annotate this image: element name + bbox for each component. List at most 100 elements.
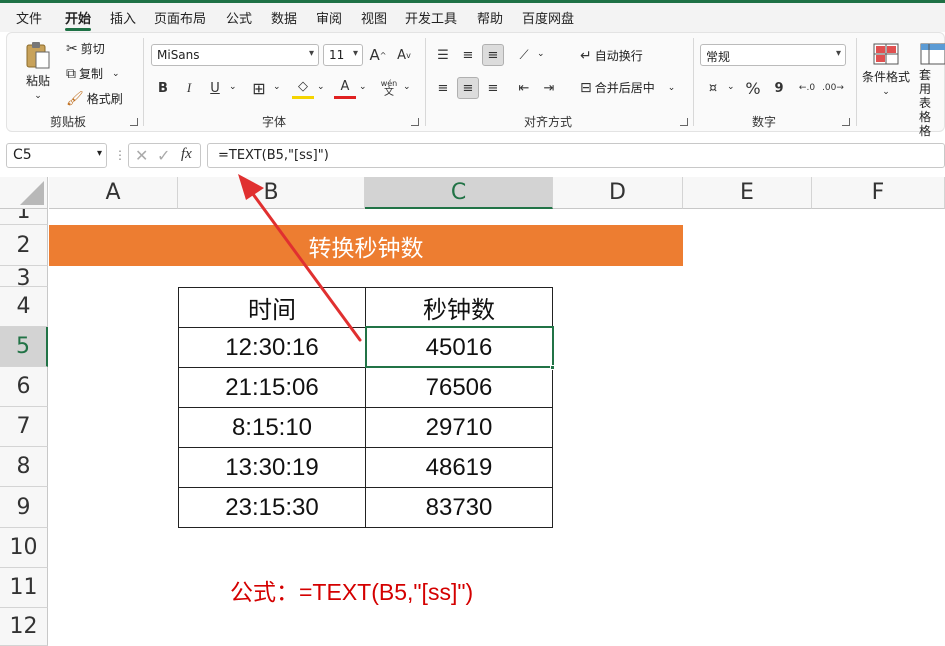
cell-c8[interactable]: 48619 [366, 448, 552, 487]
copy-icon: ⧉ [66, 65, 76, 82]
row-header-5[interactable]: 5 [0, 327, 48, 367]
alignment-launcher-icon[interactable] [680, 118, 688, 126]
cut-button[interactable]: ✂ 剪切 [66, 40, 105, 57]
row-header-12[interactable]: 12 [0, 608, 48, 646]
row-header-1[interactable]: 1 [0, 209, 48, 225]
merge-center-button[interactable]: ⊟ 合并后居中 ⌄ [580, 79, 675, 96]
font-size-select[interactable]: 11 ▾ [323, 44, 363, 66]
row-header-3[interactable]: 3 [0, 266, 48, 287]
cell-b7[interactable]: 8:15:10 [179, 408, 365, 447]
phonetic-button[interactable]: wén 文 [378, 77, 400, 99]
menu-formulas[interactable]: 公式 [226, 8, 252, 27]
increase-decimal-button[interactable]: ←.0 [796, 77, 818, 99]
percent-button[interactable]: % [742, 77, 764, 99]
menu-data[interactable]: 数据 [271, 8, 297, 27]
increase-indent-button[interactable]: ⇥ [538, 77, 560, 99]
table-header-seconds[interactable]: 秒钟数 [366, 288, 552, 327]
row-header-9[interactable]: 9 [0, 487, 48, 528]
decrease-indent-icon: ⇤ [518, 80, 530, 96]
column-header-e[interactable]: E [683, 177, 812, 209]
font-name-select[interactable]: MiSans ▾ [151, 44, 319, 66]
name-box[interactable]: C5 ▾ [6, 143, 107, 168]
format-painter-button[interactable]: 🖌 格式刷 [66, 90, 123, 107]
bold-button[interactable]: B [152, 77, 174, 99]
chevron-down-icon[interactable]: ⌄ [317, 82, 325, 92]
cell-c6[interactable]: 76506 [366, 368, 552, 407]
number-launcher-icon[interactable] [842, 118, 850, 126]
increase-decimal-icon: ←.0 [798, 83, 816, 93]
menu-insert[interactable]: 插入 [110, 8, 136, 27]
select-all-corner[interactable] [0, 177, 48, 209]
decrease-indent-button[interactable]: ⇤ [513, 77, 535, 99]
banner-title[interactable]: 转换秒钟数 [49, 225, 683, 266]
font-color-button[interactable]: A [334, 77, 356, 99]
cell-c7[interactable]: 29710 [366, 408, 552, 447]
menu-view[interactable]: 视图 [361, 8, 387, 27]
row-header-6[interactable]: 6 [0, 367, 48, 407]
decrease-decimal-button[interactable]: .00→ [822, 77, 844, 99]
copy-button[interactable]: ⧉ 复制 ⌄ [66, 65, 120, 82]
table-header-time[interactable]: 时间 [179, 288, 365, 327]
wrap-text-button[interactable]: ↵ 自动换行 [580, 47, 643, 64]
cancel-icon[interactable]: ✕ [135, 146, 148, 165]
row-header-2[interactable]: 2 [0, 225, 48, 266]
menu-review[interactable]: 审阅 [316, 8, 342, 27]
menu-baidu-netdisk[interactable]: 百度网盘 [522, 8, 574, 27]
borders-button[interactable]: ⊞ [248, 77, 270, 99]
currency-button[interactable]: ¤ [702, 77, 724, 99]
confirm-icon[interactable]: ✓ [157, 146, 170, 165]
align-left-button[interactable]: ≡ [432, 77, 454, 99]
underline-button[interactable]: U [204, 77, 226, 99]
number-format-select[interactable]: 常规 ▾ [700, 44, 846, 66]
chevron-down-icon[interactable]: ⌄ [229, 82, 237, 92]
menu-bar: 文件 开始 插入 页面布局 公式 数据 审阅 视图 开发工具 帮助 百度网盘 [0, 0, 945, 32]
align-right-button[interactable]: ≡ [482, 77, 504, 99]
row-header-11[interactable]: 11 [0, 568, 48, 608]
table-icon [920, 43, 945, 65]
menu-help[interactable]: 帮助 [477, 8, 503, 27]
active-tab-indicator [65, 28, 91, 31]
cell-c9[interactable]: 83730 [366, 488, 552, 528]
column-header-b[interactable]: B [178, 177, 365, 209]
paste-button[interactable]: 粘贴 ⌄ [24, 40, 52, 101]
fill-handle[interactable] [550, 365, 555, 370]
column-header-f[interactable]: F [812, 177, 945, 209]
align-top-button[interactable]: ☰ [432, 44, 454, 66]
alignment-group-label: 对齐方式 [524, 115, 573, 129]
menu-home[interactable]: 开始 [65, 8, 91, 27]
cell-b6[interactable]: 21:15:06 [179, 368, 365, 407]
comma-style-button[interactable]: 9 [768, 77, 790, 99]
align-center-button[interactable]: ≡ [457, 77, 479, 99]
row-header-10[interactable]: 10 [0, 528, 48, 568]
italic-button[interactable]: I [178, 77, 200, 99]
column-header-c[interactable]: C [365, 177, 553, 209]
menu-file[interactable]: 文件 [16, 8, 42, 27]
align-bottom-button[interactable]: ≡ [482, 44, 504, 66]
row-header-8[interactable]: 8 [0, 447, 48, 487]
chevron-down-icon[interactable]: ⌄ [727, 82, 735, 92]
cell-b5[interactable]: 12:30:16 [179, 328, 365, 367]
grow-font-button[interactable]: A ^ [367, 44, 389, 66]
fill-color-button[interactable]: ◇ [292, 77, 314, 99]
cell-b9[interactable]: 23:15:30 [179, 488, 365, 528]
orientation-button[interactable]: ⟋ [513, 44, 535, 66]
format-as-table-button[interactable]: 套用表格格 [919, 42, 945, 138]
formula-input[interactable]: =TEXT(B5,"[ss]") [207, 143, 945, 168]
clipboard-launcher-icon[interactable] [130, 118, 138, 126]
column-header-a[interactable]: A [49, 177, 178, 209]
row-header-4[interactable]: 4 [0, 287, 48, 327]
menu-developer[interactable]: 开发工具 [405, 8, 457, 27]
cell-b8[interactable]: 13:30:19 [179, 448, 365, 487]
insert-function-icon[interactable]: fx [181, 146, 192, 163]
shrink-font-button[interactable]: Av [393, 44, 415, 66]
align-middle-button[interactable]: ≡ [457, 44, 479, 66]
row-header-7[interactable]: 7 [0, 407, 48, 447]
chevron-down-icon[interactable]: ⌄ [403, 82, 411, 92]
menu-page-layout[interactable]: 页面布局 [154, 8, 206, 27]
chevron-down-icon[interactable]: ⌄ [537, 49, 545, 59]
chevron-down-icon[interactable]: ⌄ [359, 82, 367, 92]
column-header-d[interactable]: D [553, 177, 683, 209]
conditional-formatting-button[interactable]: 条件格式 ⌄ [862, 42, 910, 97]
chevron-down-icon[interactable]: ⌄ [273, 82, 281, 92]
font-launcher-icon[interactable] [411, 118, 419, 126]
